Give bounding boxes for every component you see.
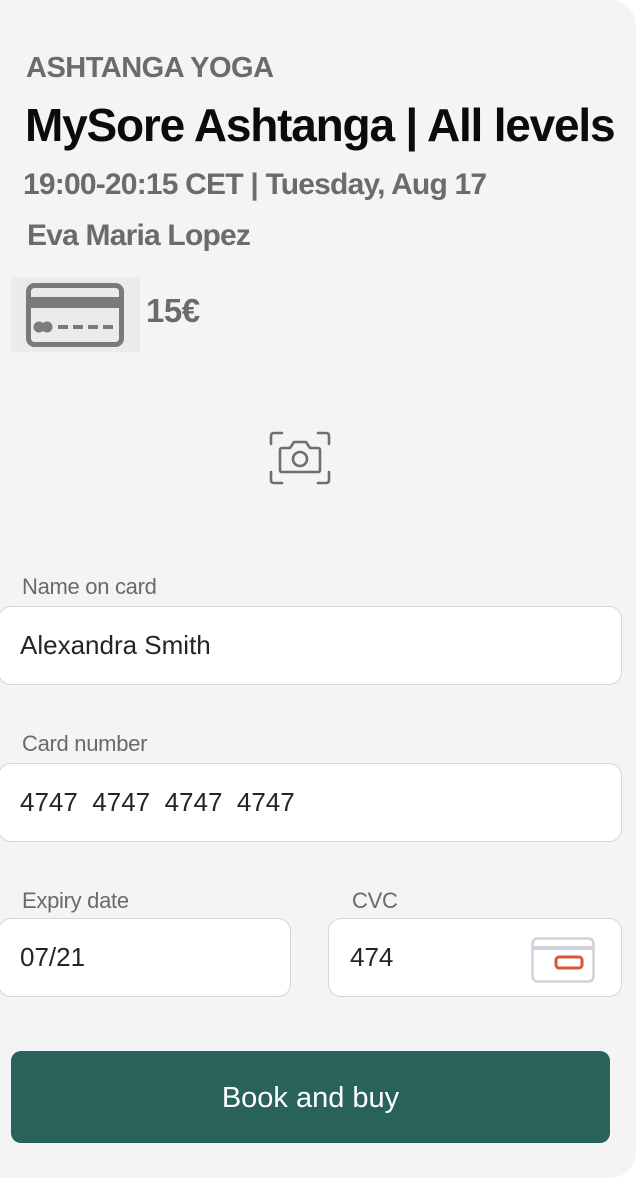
expiry-date-field[interactable]: 07/21 — [0, 918, 291, 997]
name-on-card-value: Alexandra Smith — [20, 630, 211, 660]
card-back-cvc-icon — [531, 937, 595, 983]
card-number-value: 4747 4747 4747 4747 — [20, 787, 295, 817]
class-price: 15€ — [146, 292, 200, 329]
name-on-card-label: Name on card — [22, 574, 157, 599]
payment-screen: ASHTANGA YOGA MySore Ashtanga | All leve… — [0, 0, 636, 1178]
cvc-value: 474 — [350, 942, 394, 972]
card-number-field[interactable]: 4747 4747 4747 4747 — [0, 763, 622, 842]
class-title: MySore Ashtanga | All levels — [25, 99, 616, 151]
expiry-date-value: 07/21 — [20, 942, 86, 972]
price-icon-container — [11, 277, 140, 352]
book-and-buy-button[interactable]: Book and buy — [11, 1051, 610, 1143]
camera-scan-icon — [269, 431, 331, 485]
cvc-field[interactable]: 474 — [328, 918, 622, 997]
scan-card-button[interactable] — [268, 430, 332, 486]
class-time: 19:00-20:15 CET | Tuesday, Aug 17 — [23, 168, 487, 201]
card-number-label: Card number — [22, 731, 148, 756]
expiry-date-label: Expiry date — [22, 888, 129, 913]
teacher-name: Eva Maria Lopez — [27, 219, 251, 252]
name-on-card-field[interactable]: Alexandra Smith — [0, 606, 622, 685]
credit-card-icon — [26, 283, 124, 347]
class-category: ASHTANGA YOGA — [26, 52, 274, 84]
cvc-label: CVC — [352, 888, 398, 913]
